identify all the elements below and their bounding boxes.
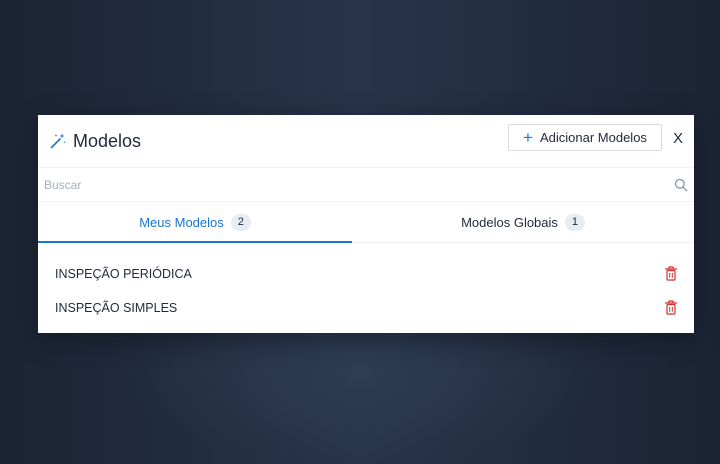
close-button[interactable]: X xyxy=(668,127,688,149)
models-list: INSPEÇÃO PERIÓDICA INSPEÇÃO SIMPLES xyxy=(38,243,694,325)
tab-label: Modelos Globais xyxy=(461,214,558,230)
list-item[interactable]: INSPEÇÃO PERIÓDICA xyxy=(38,257,694,291)
count-badge: 1 xyxy=(564,213,585,231)
tab-modelos-globais[interactable]: Modelos Globais 1 xyxy=(352,202,694,242)
background-glow xyxy=(110,330,610,464)
tab-bar: Meus Modelos 2 Modelos Globais 1 xyxy=(38,202,694,243)
trash-icon[interactable] xyxy=(664,266,678,282)
close-icon: X xyxy=(672,129,683,147)
search-icon[interactable] xyxy=(674,178,688,192)
list-item[interactable]: INSPEÇÃO SIMPLES xyxy=(38,291,694,325)
plus-icon: + xyxy=(523,128,533,147)
list-item-label: INSPEÇÃO PERIÓDICA xyxy=(55,267,192,281)
search-input[interactable] xyxy=(38,168,646,201)
tab-meus-modelos[interactable]: Meus Modelos 2 xyxy=(38,202,352,243)
modal-title: Modelos xyxy=(73,130,142,151)
tab-label: Meus Modelos xyxy=(139,214,224,230)
trash-icon[interactable] xyxy=(664,300,678,316)
count-badge: 2 xyxy=(230,213,251,231)
list-item-label: INSPEÇÃO SIMPLES xyxy=(55,301,178,315)
search-bar xyxy=(38,168,694,202)
models-modal: Modelos + Adicionar Modelos X Meus Model… xyxy=(38,115,694,333)
magic-wand-icon xyxy=(49,132,67,150)
add-models-button[interactable]: + Adicionar Modelos xyxy=(508,124,662,151)
add-models-label: Adicionar Modelos xyxy=(539,130,647,145)
modal-header: Modelos + Adicionar Modelos X xyxy=(38,115,694,168)
